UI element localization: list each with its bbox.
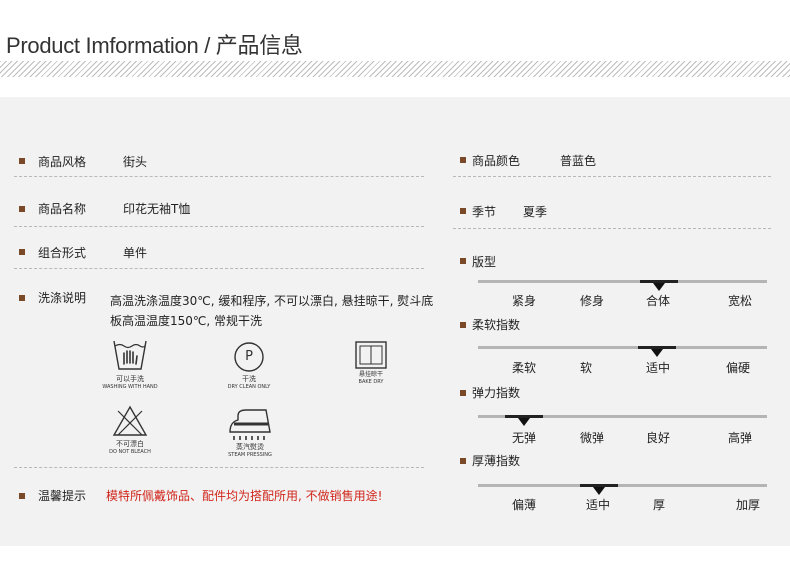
fit-scale-track: [478, 280, 767, 283]
softness-option: 偏硬: [726, 361, 751, 375]
softness-label: 柔软指数: [472, 318, 521, 332]
bullet-icon: [460, 390, 466, 396]
elasticity-pointer-icon: [518, 418, 530, 426]
thickness-option: 偏薄: [512, 498, 537, 512]
divider: [14, 176, 424, 177]
thickness-scale-track: [478, 484, 767, 487]
elasticity-option: 高弹: [728, 431, 753, 445]
thickness-option: 厚: [653, 498, 666, 512]
hand-wash-icon: [113, 340, 147, 370]
divider: [453, 228, 771, 229]
style-value: 街头: [123, 155, 148, 169]
bullet-icon: [460, 458, 466, 464]
no-bleach-en: DO NOT BLEACH: [109, 449, 151, 455]
divider: [14, 467, 424, 468]
fit-option: 修身: [580, 294, 605, 308]
bullet-icon: [460, 258, 466, 264]
bullet-icon: [19, 206, 25, 212]
bullet-icon: [460, 157, 466, 163]
elasticity-option: 无弹: [512, 431, 537, 445]
fit-option: 紧身: [512, 294, 537, 308]
care-text: 高温洗涤温度30℃, 缓和程序, 不可以漂白, 悬挂晾干, 熨斗底板高温温度15…: [110, 294, 434, 328]
dry-clean-symbol: P: [245, 349, 253, 364]
bullet-icon: [460, 208, 466, 214]
dry-clean-en: DRY CLEAN ONLY: [227, 384, 271, 390]
thickness-pointer-icon: [593, 487, 605, 495]
no-bleach-cn: 不可漂白: [116, 440, 144, 448]
fit-option: 合体: [646, 294, 671, 308]
softness-scale-track: [478, 346, 767, 349]
elasticity-option: 微弹: [580, 431, 605, 445]
dry-clean-cn: 干洗: [242, 375, 256, 383]
tip-label: 温馨提示: [38, 489, 87, 503]
season-value: 夏季: [523, 205, 548, 219]
hang-dry-cn: 悬挂晾干: [358, 371, 383, 378]
softness-option: 柔软: [512, 361, 537, 375]
fit-option: 宽松: [728, 294, 753, 308]
steam-iron-icon: [229, 409, 271, 440]
color-label: 商品颜色: [472, 154, 521, 168]
softness-option: 软: [580, 361, 593, 375]
steam-iron-cn: 蒸汽熨烫: [236, 443, 264, 451]
hang-dry-icon: [355, 341, 387, 369]
combo-label: 组合形式: [38, 246, 87, 260]
softness-option: 适中: [646, 361, 671, 375]
hand-wash-cn: 可以手洗: [116, 375, 144, 383]
thickness-option: 适中: [586, 498, 611, 512]
color-value: 普蓝色: [560, 154, 597, 168]
hatch-divider: [0, 61, 790, 77]
elasticity-option: 良好: [646, 431, 671, 445]
care-label: 洗涤说明: [38, 291, 87, 305]
thickness-label: 厚薄指数: [472, 454, 521, 468]
hand-wash-en: WASHING WITH HAND: [102, 384, 158, 390]
style-label: 商品风格: [38, 155, 87, 169]
bullet-icon: [19, 493, 25, 499]
no-bleach-icon: [112, 405, 148, 436]
softness-pointer-icon: [651, 349, 663, 357]
hang-dry-en: BAKE DRY: [358, 379, 384, 385]
thickness-option: 加厚: [736, 498, 761, 512]
page-title: Product Imformation / 产品信息: [6, 33, 303, 58]
bullet-icon: [19, 158, 25, 164]
name-label: 商品名称: [38, 202, 87, 216]
elasticity-label: 弹力指数: [472, 386, 521, 400]
fit-label: 版型: [472, 255, 497, 269]
steam-iron-en: STEAM PRESSING: [228, 452, 272, 458]
divider: [14, 268, 424, 269]
season-label: 季节: [472, 205, 497, 219]
divider: [14, 226, 424, 227]
combo-value: 单件: [123, 246, 148, 260]
bullet-icon: [19, 249, 25, 255]
bullet-icon: [19, 295, 25, 301]
name-value: 印花无袖T恤: [123, 202, 191, 216]
fit-pointer-icon: [653, 283, 665, 291]
tip-text: 模特所佩戴饰品、配件均为搭配所用, 不做销售用途!: [106, 489, 383, 503]
bullet-icon: [460, 322, 466, 328]
divider: [453, 176, 771, 177]
